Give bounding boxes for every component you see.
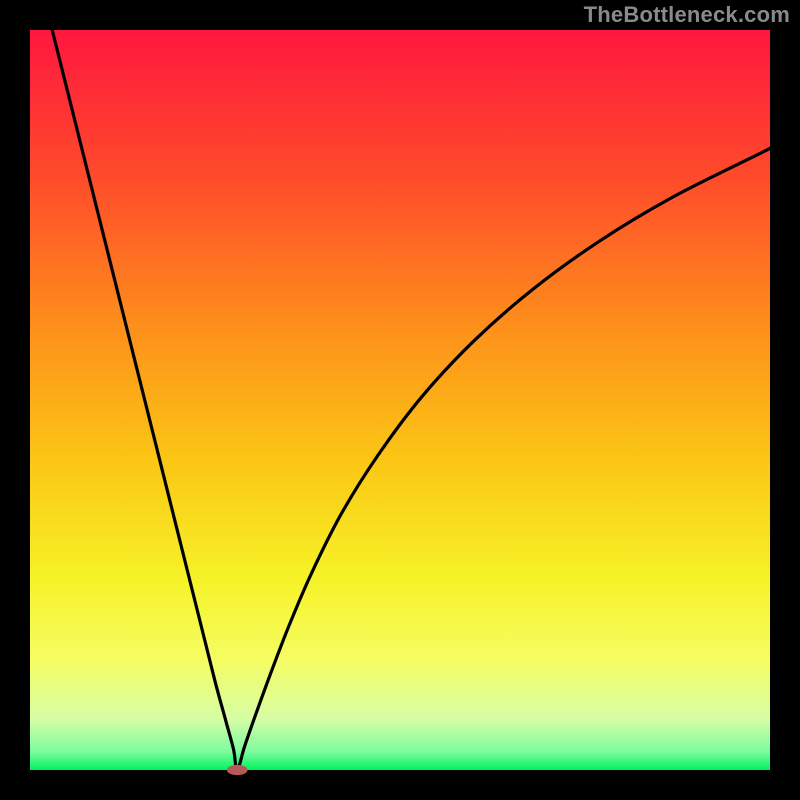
watermark: TheBottleneck.com xyxy=(584,2,790,28)
minimum-marker xyxy=(227,765,248,775)
plot-background xyxy=(30,30,770,770)
chart-frame: { "watermark": "TheBottleneck.com", "cha… xyxy=(0,0,800,800)
bottleneck-chart xyxy=(0,0,800,800)
